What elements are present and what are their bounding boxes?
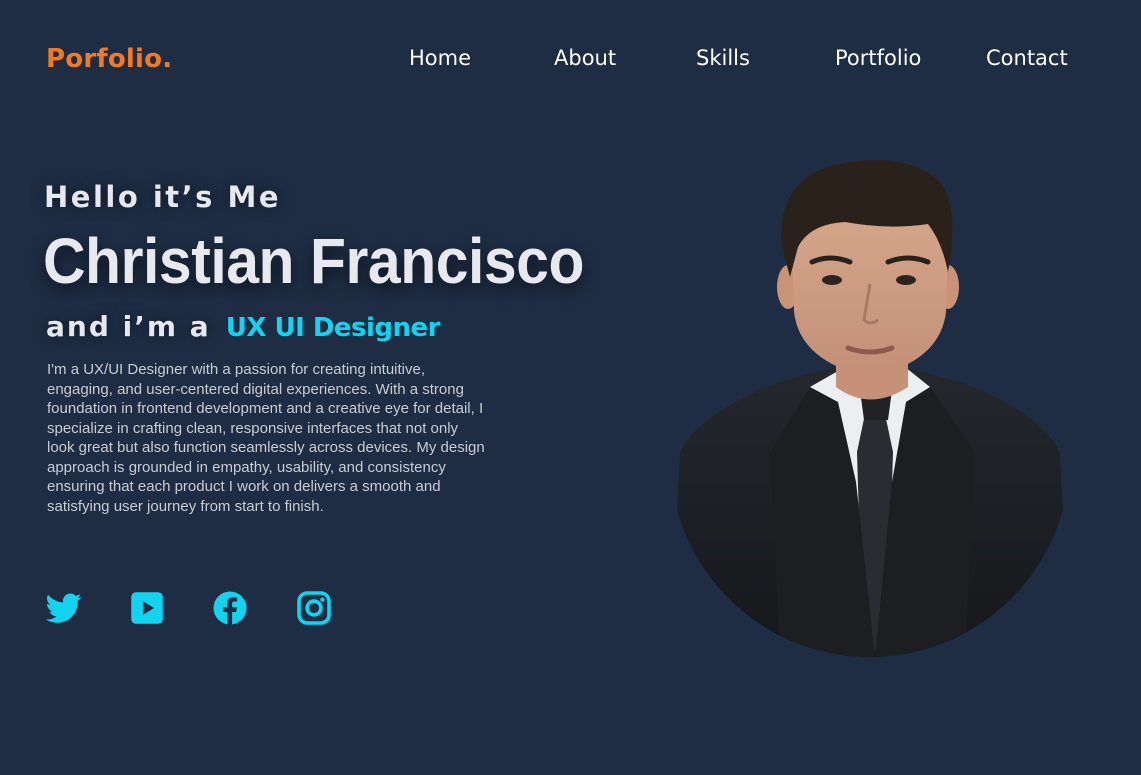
hero-name: Christian Francisco: [43, 225, 584, 297]
nav-portfolio[interactable]: Portfolio: [835, 46, 921, 70]
role-title: UX UI Designer: [225, 313, 441, 343]
nav-about[interactable]: About: [554, 46, 616, 70]
profile-photo: [660, 152, 1080, 657]
facebook-link[interactable]: [212, 590, 248, 626]
nav-skills[interactable]: Skills: [696, 46, 750, 70]
main-nav: Home About Skills Portfolio Contact: [0, 46, 1141, 78]
portrait-illustration: [670, 160, 1070, 657]
hero-greeting: Hello it’s Me: [44, 180, 282, 214]
instagram-link[interactable]: [296, 590, 332, 626]
facebook-icon: [213, 591, 247, 625]
twitter-icon: [46, 593, 82, 623]
nav-home[interactable]: Home: [409, 46, 471, 70]
hero-role: and i’m a UX UI Designer: [46, 310, 441, 343]
role-prefix: and i’m a: [46, 310, 211, 343]
twitter-link[interactable]: [46, 590, 82, 626]
hero-bio: I'm a UX/UI Designer with a passion for …: [47, 361, 485, 515]
nav-contact[interactable]: Contact: [986, 46, 1068, 70]
instagram-icon: [297, 591, 331, 625]
youtube-link[interactable]: [129, 590, 165, 626]
youtube-icon: [131, 592, 163, 624]
